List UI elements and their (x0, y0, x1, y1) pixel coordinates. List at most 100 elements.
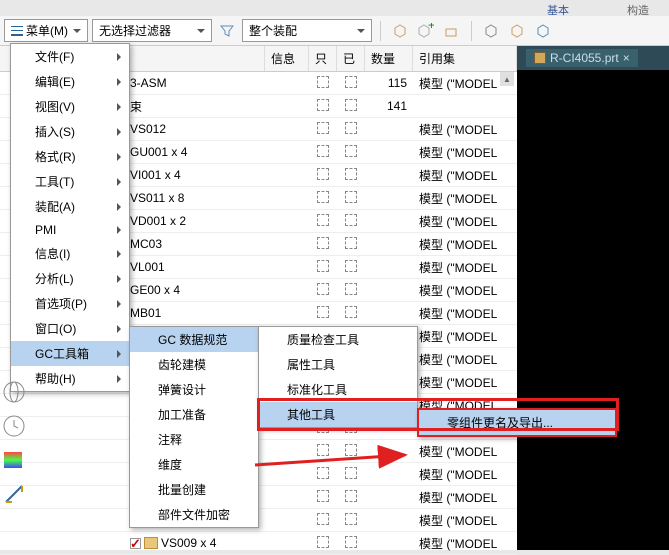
select-box-icon[interactable] (317, 490, 329, 502)
select-box-icon[interactable] (345, 168, 357, 180)
viewport[interactable] (517, 70, 669, 550)
submenu-arrow-icon (117, 350, 121, 358)
select-box-icon[interactable] (345, 122, 357, 134)
col-ro[interactable]: 只 (309, 46, 337, 71)
submenu-gc-toolbox[interactable]: GC 数据规范齿轮建模弹簧设计加工准备注释维度批量创建部件文件加密 (129, 326, 259, 528)
measure-icon[interactable] (2, 482, 26, 506)
submenu-item[interactable]: 质量检查工具 (259, 327, 417, 352)
menu-item[interactable]: 装配(A) (11, 194, 129, 219)
menu-item[interactable]: 首选项(P) (11, 291, 129, 316)
submenu-item[interactable]: 其他工具 (259, 402, 417, 427)
submenu-item[interactable]: 零组件更名及导出... (419, 410, 615, 435)
select-box-icon[interactable] (345, 145, 357, 157)
select-box-icon[interactable] (317, 260, 329, 272)
globe-icon[interactable] (2, 380, 26, 404)
select-box-icon[interactable] (345, 260, 357, 272)
submenu-item[interactable]: 部件文件加密 (130, 502, 258, 527)
submenu-item[interactable]: 弹簧设计 (130, 377, 258, 402)
menu-item[interactable]: GC工具箱 (11, 341, 129, 366)
col-qty[interactable]: 数量 (365, 46, 413, 71)
menu-button[interactable]: 菜单(M) (4, 19, 88, 42)
select-box-icon[interactable] (317, 467, 329, 479)
row-ref: 模型 ("MODEL (413, 443, 517, 460)
select-box-icon[interactable] (345, 191, 357, 203)
main-menu[interactable]: 文件(F)编辑(E)视图(V)插入(S)格式(R)工具(T)装配(A)PMI信息… (10, 43, 130, 392)
cube-blue-icon[interactable] (532, 20, 554, 42)
select-box-icon[interactable] (345, 214, 357, 226)
select-box-icon[interactable] (317, 122, 329, 134)
select-box-icon[interactable] (317, 214, 329, 226)
select-box-icon[interactable] (317, 283, 329, 295)
select-box-icon[interactable] (317, 191, 329, 203)
submenu-item[interactable]: 批量创建 (130, 477, 258, 502)
left-toolbar (2, 380, 30, 506)
select-box-icon[interactable] (345, 76, 357, 88)
cube-icon[interactable] (389, 20, 411, 42)
submenu-arrow-icon (117, 103, 121, 111)
submenu-item[interactable]: GC 数据规范 (130, 327, 258, 352)
cube-plus-icon[interactable] (506, 20, 528, 42)
row-ref: 模型 ("MODEL (413, 121, 517, 138)
col-info[interactable]: 信息 (265, 46, 309, 71)
select-box-icon[interactable] (317, 536, 329, 548)
row-ref: 模型 ("MODEL (413, 305, 517, 322)
submenu-item[interactable]: 标准化工具 (259, 377, 417, 402)
select-box-icon[interactable] (317, 99, 329, 111)
cube-add-icon[interactable]: + (415, 20, 437, 42)
select-box-icon[interactable] (345, 536, 357, 548)
menu-item[interactable]: 编辑(E) (11, 69, 129, 94)
select-box-icon[interactable] (317, 168, 329, 180)
menu-item[interactable]: 信息(I) (11, 241, 129, 266)
menu-item[interactable]: 工具(T) (11, 169, 129, 194)
select-box-icon[interactable] (345, 237, 357, 249)
row-name: 束 (130, 98, 142, 115)
submenu-gc-data[interactable]: 质量检查工具属性工具标准化工具其他工具 (258, 326, 418, 428)
submenu-item[interactable]: 维度 (130, 452, 258, 477)
menu-item[interactable]: 分析(L) (11, 266, 129, 291)
select-box-icon[interactable] (345, 444, 357, 456)
select-box-icon[interactable] (345, 513, 357, 525)
select-box-icon[interactable] (345, 490, 357, 502)
clock-icon[interactable] (2, 414, 26, 438)
part-icon (534, 52, 546, 64)
table-row[interactable]: VS009 x 4模型 ("MODEL (0, 532, 517, 555)
select-box-icon[interactable] (317, 513, 329, 525)
select-box-icon[interactable] (317, 237, 329, 249)
select-box-icon[interactable] (317, 306, 329, 318)
menu-item[interactable]: 文件(F) (11, 44, 129, 69)
select-box-icon[interactable] (345, 306, 357, 318)
select-box-icon[interactable] (317, 76, 329, 88)
scroll-up-button[interactable] (500, 72, 514, 86)
submenu-arrow-icon (117, 78, 121, 86)
submenu-arrow-icon (117, 53, 121, 61)
funnel-icon[interactable] (216, 20, 238, 42)
color-icon[interactable] (2, 448, 26, 472)
submenu-other-tools[interactable]: 零组件更名及导出... (417, 408, 617, 437)
row-ref: 模型 ("MODEL (413, 213, 517, 230)
submenu-item[interactable]: 齿轮建模 (130, 352, 258, 377)
select-box-icon[interactable] (317, 145, 329, 157)
select-box-icon[interactable] (345, 99, 357, 111)
submenu-item[interactable]: 属性工具 (259, 352, 417, 377)
checkbox-icon[interactable] (130, 538, 141, 549)
filter-combo[interactable]: 无选择过滤器 (92, 19, 212, 42)
menu-item[interactable]: PMI (11, 219, 129, 241)
col-ref[interactable]: 引用集 (413, 46, 517, 71)
submenu-item[interactable]: 加工准备 (130, 402, 258, 427)
submenu-item[interactable]: 注释 (130, 427, 258, 452)
cube-set-icon[interactable] (441, 20, 463, 42)
row-ref: 模型 ("MODEL (413, 236, 517, 253)
select-box-icon[interactable] (345, 467, 357, 479)
cube-tag-icon[interactable] (480, 20, 502, 42)
select-box-icon[interactable] (317, 444, 329, 456)
menu-item[interactable]: 视图(V) (11, 94, 129, 119)
document-tab[interactable]: R-CI4055.prt × (525, 48, 639, 68)
submenu-arrow-icon (117, 178, 121, 186)
menu-item[interactable]: 插入(S) (11, 119, 129, 144)
menu-item[interactable]: 格式(R) (11, 144, 129, 169)
col-done[interactable]: 已 (337, 46, 365, 71)
close-icon[interactable]: × (623, 51, 630, 65)
scope-combo[interactable]: 整个装配 (242, 19, 372, 42)
select-box-icon[interactable] (345, 283, 357, 295)
menu-item[interactable]: 窗口(O) (11, 316, 129, 341)
